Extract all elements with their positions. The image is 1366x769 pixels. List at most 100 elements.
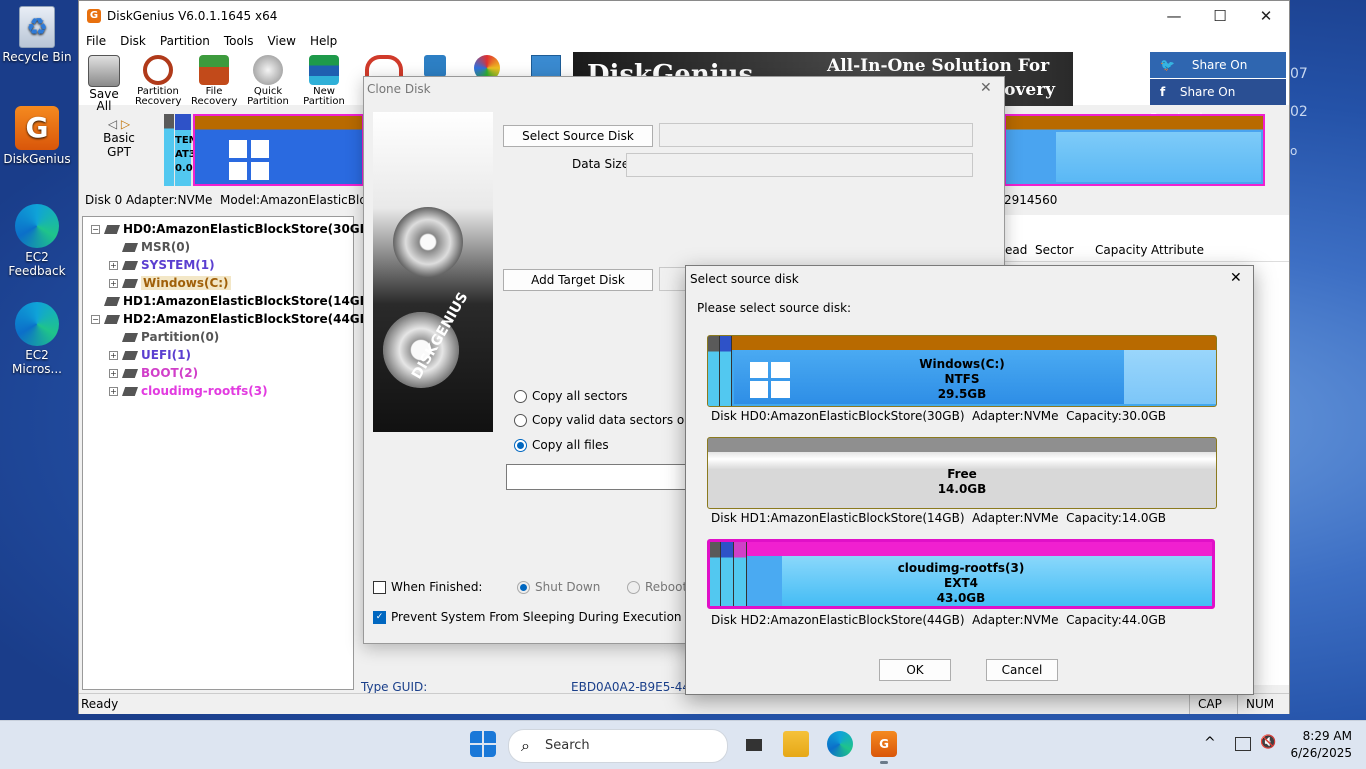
show-hidden-icons[interactable]: ^ (1204, 735, 1216, 751)
tree-item[interactable]: MSR(0) (109, 238, 190, 256)
expand-toggle-icon[interactable]: − (91, 225, 100, 234)
status-bar: Ready CAP NUM (79, 693, 1289, 714)
share-twitter-button[interactable]: 🐦 Share On Twitter (1150, 52, 1286, 98)
reboot-radio[interactable]: Reboot (627, 580, 687, 594)
edge-icon[interactable] (827, 731, 853, 757)
menu-help[interactable]: Help (303, 34, 344, 48)
tree-item[interactable]: − HD0:AmazonElasticBlockStore(30GB) (91, 220, 374, 238)
start-button[interactable] (470, 731, 496, 757)
tree-item[interactable]: + SYSTEM(1) (109, 256, 215, 274)
expand-toggle-icon[interactable]: + (109, 279, 118, 288)
desktop-icon-diskgenius[interactable]: G DiskGenius (2, 106, 72, 166)
source-disk-hd2[interactable]: cloudimg-rootfs(3) EXT4 43.0GB (707, 539, 1215, 609)
clone-dialog-close-button[interactable]: ✕ (980, 80, 992, 96)
when-finished-checkbox[interactable]: When Finished: (373, 580, 482, 594)
option-copy-valid-sectors[interactable]: Copy valid data sectors only (514, 413, 702, 427)
tree-item[interactable]: + UEFI(1) (109, 346, 191, 364)
banner-line1: All-In-One Solution For (827, 56, 1050, 76)
tree-item[interactable]: + cloudimg-rootfs(3) (109, 382, 268, 400)
file-recovery-icon (199, 55, 229, 85)
disk-info-right: 2914560 (1004, 193, 1058, 207)
desktop-icon-ec2-micros[interactable]: EC2 Micros... (2, 302, 72, 376)
next-disk-arrow[interactable]: ▷ (121, 117, 130, 131)
source-disk-field[interactable] (659, 123, 973, 147)
desktop-icon-ec2-feedback[interactable]: EC2 Feedback (2, 204, 72, 278)
column-capacity[interactable]: Capacity (1095, 239, 1147, 261)
source-disk-hd0[interactable]: Windows(C:) NTFS 29.5GB (707, 335, 1217, 407)
prev-disk-arrow[interactable]: ◁ (108, 117, 117, 131)
toolbar-icon-partial[interactable] (424, 55, 446, 77)
tree-item[interactable]: + Windows(C:) (109, 274, 231, 292)
source-dialog-prompt: Please select source disk: (697, 301, 852, 315)
maximize-button[interactable]: ☐ (1197, 1, 1243, 31)
option-copy-all-sectors[interactable]: Copy all sectors (514, 389, 628, 403)
column-sector[interactable]: Sector (1035, 239, 1074, 261)
platter-icon (393, 207, 463, 277)
disk-bar[interactable]: TEM AT3 0.0 (164, 114, 364, 186)
expand-toggle-icon[interactable]: + (109, 387, 118, 396)
checkbox-icon (373, 581, 386, 594)
network-icon[interactable] (1235, 737, 1251, 751)
source-disk-hd1[interactable]: Free 14.0GB (707, 437, 1217, 509)
expand-toggle-icon[interactable]: − (91, 315, 100, 324)
expand-toggle-icon[interactable]: + (109, 351, 118, 360)
data-size-label: Data Size: (572, 157, 634, 171)
clock-date[interactable]: 6/26/2025 (1286, 746, 1352, 760)
diskgenius-taskbar-icon[interactable]: G (871, 731, 897, 757)
disk-icon (104, 297, 120, 306)
task-view-icon[interactable] (740, 731, 766, 757)
radio-icon (514, 414, 527, 427)
desktop-icon-recycle-bin[interactable]: ♻ Recycle Bin (2, 6, 72, 64)
radio-icon (514, 439, 527, 452)
new-partition-icon (309, 55, 339, 85)
add-target-disk-button[interactable]: Add Target Disk (503, 269, 653, 291)
quick-partition-icon (253, 55, 283, 85)
source-dialog-close-button[interactable]: ✕ (1230, 270, 1242, 286)
status-text: Ready (81, 697, 119, 711)
tree-item[interactable]: − HD2:AmazonElasticBlockStore(44GB) (91, 310, 374, 328)
partition-icon (122, 261, 138, 270)
column-head[interactable]: ead (1005, 239, 1027, 261)
taskbar-search[interactable]: ⌕ Search (508, 729, 728, 763)
edge-icon (15, 204, 59, 248)
search-icon: ⌕ (521, 736, 530, 755)
menu-bar: File Disk Partition Tools View Help (79, 31, 1289, 51)
new-partition-button[interactable]: New Partition (301, 55, 347, 107)
menu-file[interactable]: File (79, 34, 113, 48)
tree-item[interactable]: HD1:AmazonElasticBlockStore(14GB) (91, 292, 374, 310)
partition-fs: NTFS (944, 372, 980, 386)
desktop-icon-label: DiskGenius (3, 152, 71, 166)
file-recovery-button[interactable]: File Recovery (191, 55, 237, 107)
menu-tools[interactable]: Tools (217, 34, 261, 48)
expand-toggle-icon[interactable]: + (109, 369, 118, 378)
file-explorer-icon[interactable] (783, 731, 809, 757)
quick-partition-button[interactable]: Quick Partition (245, 55, 291, 107)
facebook-icon: f (1160, 85, 1166, 99)
select-source-disk-button[interactable]: Select Source Disk (503, 125, 653, 147)
minimize-button[interactable]: — (1151, 1, 1197, 31)
disk-bar-right[interactable] (1004, 114, 1265, 186)
volume-icon[interactable]: 🔇 (1260, 735, 1276, 750)
prevent-sleep-checkbox[interactable]: ✓ Prevent System From Sleeping During Exe… (373, 610, 682, 624)
menu-disk[interactable]: Disk (113, 34, 153, 48)
ok-button[interactable]: OK (879, 659, 951, 681)
option-copy-all-files[interactable]: Copy all files (514, 438, 609, 452)
menu-view[interactable]: View (260, 34, 302, 48)
clone-dialog-title: Clone Disk (367, 82, 431, 96)
shut-down-radio[interactable]: Shut Down (517, 580, 600, 594)
tree-item[interactable]: Partition(0) (109, 328, 219, 346)
clock-time[interactable]: 8:29 AM (1300, 729, 1352, 743)
menu-partition[interactable]: Partition (153, 34, 217, 48)
close-button[interactable]: ✕ (1243, 1, 1289, 31)
expand-toggle-icon[interactable]: + (109, 261, 118, 270)
share-facebook-button[interactable]: f Share On Facebook (1150, 79, 1286, 125)
partition-icon (122, 243, 138, 252)
desktop-icon-label: EC2 Feedback (8, 250, 66, 278)
partition-recovery-button[interactable]: Partition Recovery (135, 55, 181, 107)
disk-type: Basic (103, 131, 135, 145)
tree-item[interactable]: + BOOT(2) (109, 364, 198, 382)
save-all-button[interactable]: Save All (81, 55, 127, 113)
data-size-field (626, 153, 973, 177)
cancel-button[interactable]: Cancel (986, 659, 1058, 681)
column-attribute[interactable]: Attribute (1151, 239, 1204, 261)
